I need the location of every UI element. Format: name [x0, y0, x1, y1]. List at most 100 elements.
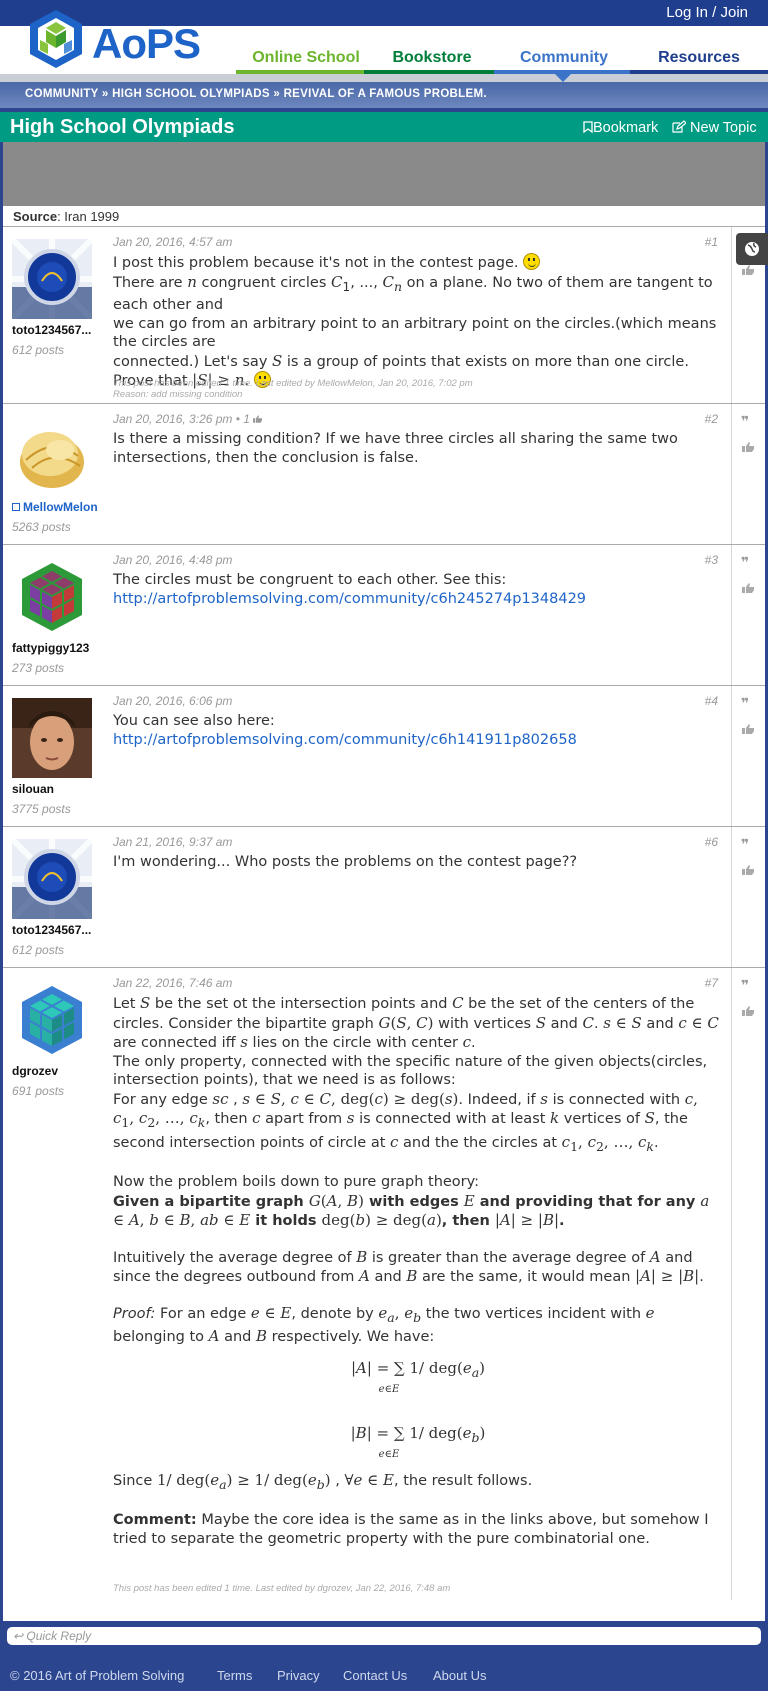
- topic-source: Source: Iran 1999: [13, 209, 119, 224]
- nav-active-caret-icon: [555, 74, 571, 82]
- avatar-cubes-icon[interactable]: [12, 557, 92, 637]
- footer-link-contact[interactable]: Contact Us: [343, 1668, 407, 1683]
- source-value: : Iran 1999: [57, 209, 120, 224]
- bookmark-button[interactable]: Bookmark: [583, 120, 658, 136]
- thumbs-up-icon[interactable]: [742, 583, 754, 593]
- edit-notice: This post has been edited 1 time. Last e…: [113, 378, 473, 389]
- smiley-icon: [523, 253, 541, 270]
- quick-reply-text: Quick Reply: [26, 1629, 92, 1643]
- forum-title-bar: High School Olympiads Bookmark New Topic: [0, 112, 768, 142]
- quote-icon[interactable]: ❞: [741, 414, 749, 430]
- post-body: I post this problem because it's not in …: [113, 253, 717, 389]
- quote-icon[interactable]: ❞: [741, 978, 749, 994]
- globe-button[interactable]: [736, 233, 768, 265]
- username[interactable]: fattypiggy123: [12, 641, 102, 655]
- username[interactable]: silouan: [12, 782, 102, 796]
- post-count: 612 posts: [12, 943, 65, 957]
- globe-icon: [745, 242, 759, 256]
- nav-community[interactable]: Community: [494, 49, 634, 67]
- post-body: I'm wondering... Who posts the problems …: [113, 854, 578, 870]
- new-topic-button[interactable]: New Topic: [672, 120, 757, 136]
- post-count: 3775 posts: [12, 802, 71, 816]
- post-date: Jan 20, 2016, 3:26 pm • 1: [113, 412, 263, 426]
- quick-reply-box[interactable]: ↩ Quick Reply: [7, 1627, 761, 1645]
- quote-icon[interactable]: ❞: [741, 555, 749, 571]
- quote-icon[interactable]: ❞: [741, 696, 749, 712]
- nav-online-school[interactable]: Online School: [236, 49, 376, 67]
- edit-icon: [672, 120, 687, 133]
- new-topic-label: New Topic: [690, 120, 757, 136]
- post-count: 273 posts: [12, 661, 65, 675]
- post-number[interactable]: #6: [705, 835, 718, 849]
- avatar-cubes-icon[interactable]: [12, 980, 92, 1060]
- breadcrumb-topic[interactable]: REVIVAL OF A FAMOUS PROBLEM.: [284, 88, 487, 100]
- forum-title[interactable]: High School Olympiads: [10, 116, 234, 139]
- post-actions: ❞: [731, 404, 765, 544]
- post-date: Jan 22, 2016, 7:46 am: [113, 976, 233, 990]
- username-text: MellowMelon: [23, 500, 98, 514]
- post-1: toto1234567... 612 posts Jan 20, 2016, 4…: [3, 227, 765, 404]
- post-date: Jan 20, 2016, 6:06 pm: [113, 694, 233, 708]
- username[interactable]: MellowMelon: [12, 500, 102, 514]
- edit-notice: This post has been edited 1 time. Last e…: [113, 1583, 451, 1594]
- thumbs-up-icon[interactable]: [742, 265, 754, 275]
- breadcrumb: COMMUNITY » HIGH SCHOOL OLYMPIADS » REVI…: [25, 88, 487, 100]
- avatar-melon-icon[interactable]: [12, 416, 92, 496]
- reply-icon: ↩: [13, 1629, 24, 1643]
- post-6: toto1234567... 612 posts Jan 21, 2016, 9…: [3, 827, 765, 968]
- post-number[interactable]: #7: [705, 976, 718, 990]
- username[interactable]: dgrozev: [12, 1064, 102, 1078]
- username[interactable]: toto1234567...: [12, 323, 102, 337]
- login-join-link[interactable]: Log In / Join: [666, 4, 748, 21]
- avatar-chelsea-icon[interactable]: [12, 239, 92, 319]
- post-body: Let S be the set ot the intersection poi…: [113, 994, 719, 1547]
- post-actions: ❞: [731, 686, 765, 826]
- post-number[interactable]: #2: [705, 412, 718, 426]
- post-count: 691 posts: [12, 1084, 65, 1098]
- post-number[interactable]: #3: [705, 553, 718, 567]
- breadcrumb-forum[interactable]: HIGH SCHOOL OLYMPIADS: [112, 88, 270, 100]
- aops-wordmark[interactable]: AoPS: [92, 20, 201, 68]
- post-number[interactable]: #1: [705, 235, 718, 249]
- header-divider: [0, 74, 768, 82]
- breadcrumb-separator: »: [101, 88, 109, 100]
- post-count: 612 posts: [12, 343, 65, 357]
- post-text: The circles must be congruent to each ot…: [113, 572, 507, 588]
- quick-reply-label: ↩ Quick Reply: [13, 1629, 91, 1643]
- post-number[interactable]: #4: [705, 694, 718, 708]
- quote-icon[interactable]: ❞: [741, 837, 749, 853]
- footer-link-terms[interactable]: Terms: [217, 1668, 252, 1683]
- banner-placeholder: [3, 142, 765, 206]
- site-footer: © 2016 Art of Problem Solving Terms Priv…: [0, 1661, 768, 1691]
- post-7: dgrozev 691 posts Jan 22, 2016, 7:46 am …: [3, 968, 765, 1600]
- nav-bookstore[interactable]: Bookstore: [364, 49, 500, 67]
- username[interactable]: toto1234567...: [12, 923, 102, 937]
- thumbs-up-icon[interactable]: [742, 1006, 754, 1016]
- avatar-chelsea-icon[interactable]: [12, 839, 92, 919]
- post-date-text: Jan 20, 2016, 3:26 pm • 1: [113, 412, 250, 426]
- footer-link-privacy[interactable]: Privacy: [277, 1668, 320, 1683]
- post-link[interactable]: http://artofproblemsolving.com/community…: [113, 731, 723, 750]
- thumbs-up-icon[interactable]: [742, 442, 754, 452]
- post-4: silouan 3775 posts Jan 20, 2016, 6:06 pm…: [3, 686, 765, 827]
- post-actions: ❞: [731, 545, 765, 685]
- edit-reason: Reason: add missing condition: [113, 389, 243, 400]
- like-count-icon: [253, 415, 263, 423]
- thumbs-up-icon[interactable]: [742, 724, 754, 734]
- post-2: MellowMelon 5263 posts Jan 20, 2016, 3:2…: [3, 404, 765, 545]
- post-date: Jan 20, 2016, 4:48 pm: [113, 553, 233, 567]
- post-actions: ❞: [731, 968, 765, 1600]
- footer-copyright: © 2016 Art of Problem Solving: [10, 1668, 185, 1683]
- breadcrumb-community[interactable]: COMMUNITY: [25, 88, 98, 100]
- moderator-icon: [12, 503, 20, 511]
- post-link[interactable]: http://artofproblemsolving.com/community…: [113, 590, 723, 609]
- post-date: Jan 20, 2016, 4:57 am: [113, 235, 233, 249]
- thumbs-up-icon[interactable]: [742, 865, 754, 875]
- avatar-photo-icon[interactable]: [12, 698, 92, 778]
- bookmark-label: Bookmark: [593, 120, 659, 136]
- post-count: 5263 posts: [12, 520, 71, 534]
- footer-link-about[interactable]: About Us: [433, 1668, 486, 1683]
- post-3: fattypiggy123 273 posts Jan 20, 2016, 4:…: [3, 545, 765, 686]
- bookmark-icon: [583, 121, 593, 134]
- nav-resources[interactable]: Resources: [630, 49, 768, 67]
